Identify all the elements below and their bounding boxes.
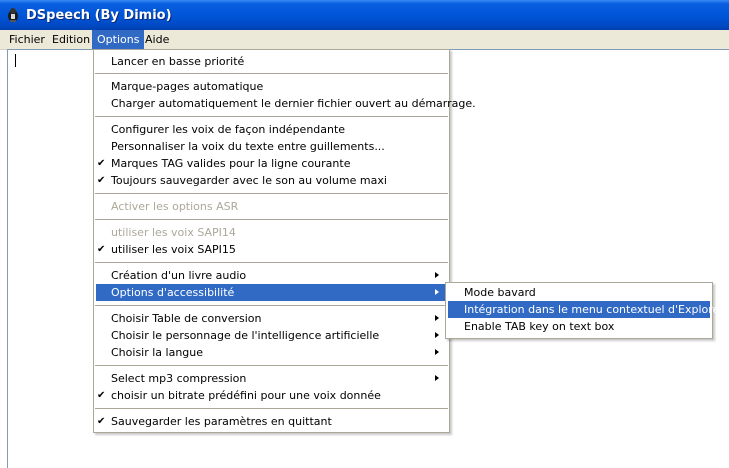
menu-item-label: Mode bavard [464,286,536,299]
menu-separator [95,73,448,74]
submenu-item-chatty-mode[interactable]: Mode bavard [448,284,710,301]
window-title: DSpeech (By Dimio) [26,8,172,23]
menu-item-low-priority[interactable]: Lancer en basse priorité [96,53,447,70]
text-cursor [15,54,16,67]
menu-separator [95,219,448,220]
menu-item-configure-voices[interactable]: Configurer les voix de façon indépendant… [96,121,447,138]
menu-item-language[interactable]: Choisir la langue [96,344,447,361]
menu-separator [95,262,448,263]
menu-item-label: Choisir le personnage de l'intelligence … [111,329,380,342]
submenu-arrow-icon [435,332,439,338]
menu-item-label: utiliser les voix SAPI15 [111,243,236,256]
menu-separator [95,116,448,117]
menu-item-asr-options[interactable]: Activer les options ASR [96,198,447,215]
menu-separator [95,193,448,194]
menu-item-save-max-volume[interactable]: ✔ Toujours sauvegarder avec le son au vol… [96,172,447,189]
menu-item-tag-marks[interactable]: ✔ Marques TAG valides pour la ligne coura… [96,155,447,172]
menu-item-label: Charger automatiquement le dernier fichi… [111,97,476,110]
submenu-arrow-icon [435,289,439,295]
menu-item-load-last-file[interactable]: Charger automatiquement le dernier fichi… [96,95,476,112]
menu-item-preset-bitrate[interactable]: ✔ choisir un bitrate prédéfini pour une v… [96,387,447,404]
menu-edition[interactable]: Edition [47,30,95,49]
menu-item-customize-quoted-voice[interactable]: Personnaliser la voix du texte entre gui… [96,138,447,155]
menu-item-label: Marque-pages automatique [111,80,264,93]
menu-item-label: Choisir la langue [111,346,204,359]
title-bar[interactable]: DSpeech (By Dimio) [0,0,729,30]
menu-item-ai-character[interactable]: Choisir le personnage de l'intelligence … [96,327,447,344]
submenu-arrow-icon [435,375,439,381]
menu-item-label: Options d'accessibilité [111,286,235,299]
menu-item-conversion-table[interactable]: Choisir Table de conversion [96,310,447,327]
menu-bar: Fichier Edition Options Aide [0,30,729,50]
menu-item-label: utiliser les voix SAPI14 [111,226,236,239]
accessibility-submenu: Mode bavard Intégration dans le menu con… [445,282,724,339]
menu-item-audiobook[interactable]: Création d'un livre audio [96,267,447,284]
menu-item-label: choisir un bitrate prédéfini pour une vo… [111,389,381,402]
menu-item-label: Activer les options ASR [111,200,239,213]
menu-item-save-settings-on-exit[interactable]: ✔ Sauvegarder les paramètres en quittant [96,413,447,430]
menu-separator [95,365,448,366]
menu-item-label: Lancer en basse priorité [111,55,245,68]
submenu-item-explorer-context-menu[interactable]: Intégration dans le menu contextuel d'Ex… [448,301,724,318]
menu-item-label: Personnaliser la voix du texte entre gui… [111,140,385,153]
menu-fichier[interactable]: Fichier [4,30,50,49]
menu-aide[interactable]: Aide [140,30,174,49]
menu-item-mp3-compression[interactable]: Select mp3 compression [96,370,447,387]
menu-separator [95,305,448,306]
menu-item-auto-bookmarks[interactable]: Marque-pages automatique [96,78,447,95]
menu-item-sapi4-voices[interactable]: utiliser les voix SAPI14 [96,224,447,241]
menu-item-label: Sauvegarder les paramètres en quittant [111,415,332,428]
checkmark-icon: ✔ [97,416,106,427]
checkmark-icon: ✔ [97,175,106,186]
submenu-arrow-icon [435,349,439,355]
submenu-arrow-icon [435,315,439,321]
menu-item-label: Select mp3 compression [111,372,247,385]
menu-separator [95,408,448,409]
menu-options[interactable]: Options [92,30,145,49]
checkmark-icon: ✔ [97,244,106,255]
menu-item-label: Création d'un livre audio [111,269,247,282]
menu-item-label: Marques TAG valides pour la ligne couran… [111,157,351,170]
menu-item-accessibility-options[interactable]: Options d'accessibilité [96,284,447,301]
checkmark-icon: ✔ [97,390,106,401]
menu-item-label: Enable TAB key on text box [464,320,615,333]
submenu-arrow-icon [435,272,439,278]
menu-item-label: Configurer les voix de façon indépendant… [111,123,346,136]
options-menu: Lancer en basse priorité Marque-pages au… [93,49,476,433]
menu-item-sapi5-voices[interactable]: ✔ utiliser les voix SAPI15 [96,241,447,258]
menu-item-label: Choisir Table de conversion [111,312,262,325]
checkmark-icon: ✔ [97,158,106,169]
menu-item-label: Intégration dans le menu contextuel d'Ex… [464,303,724,316]
dspeech-app-icon[interactable] [5,7,21,23]
menu-item-label: Toujours sauvegarder avec le son au volu… [111,174,387,187]
submenu-item-enable-tab-key[interactable]: Enable TAB key on text box [448,318,710,335]
